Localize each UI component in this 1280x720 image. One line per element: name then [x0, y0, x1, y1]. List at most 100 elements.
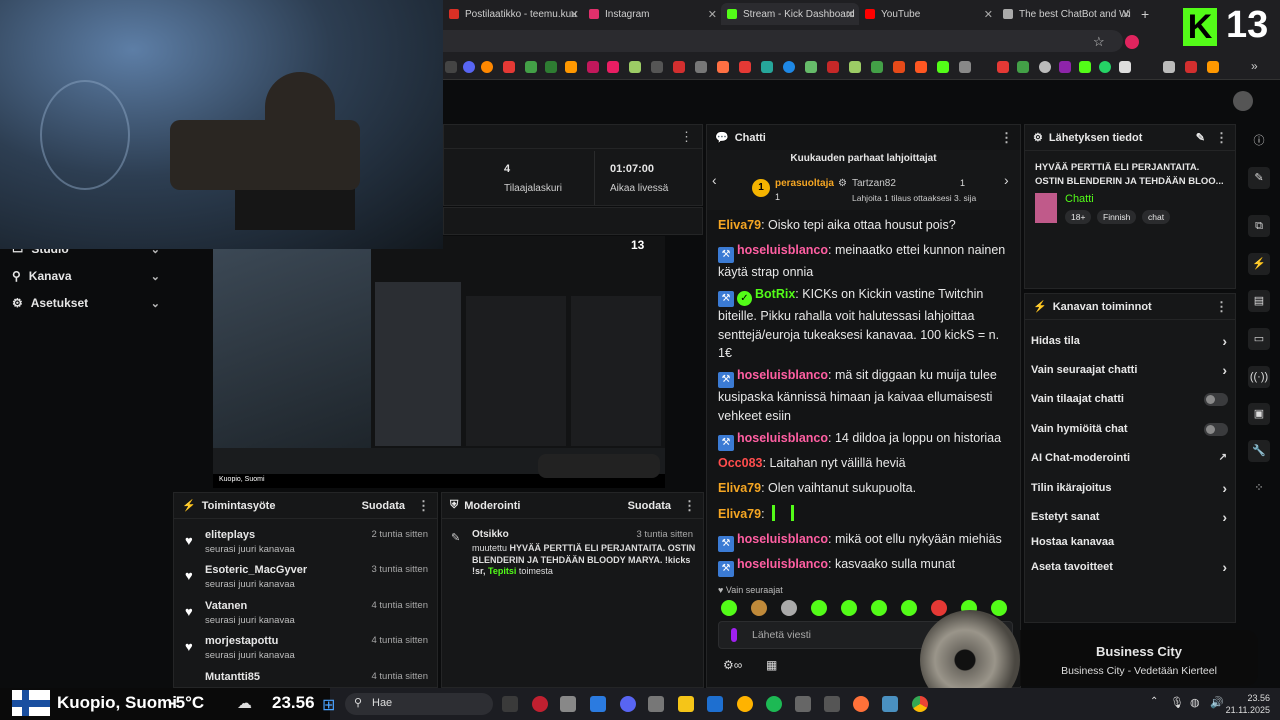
app-icon[interactable]: [882, 696, 898, 712]
crop-icon[interactable]: ⧉: [1248, 215, 1270, 237]
bookmark-icon[interactable]: [503, 61, 515, 73]
subscribers-only-toggle[interactable]: [1204, 393, 1228, 406]
more-options-icon[interactable]: ⋮: [680, 129, 693, 145]
app-icon[interactable]: [532, 696, 548, 712]
bookmark-icon[interactable]: [1059, 61, 1071, 73]
new-tab-button[interactable]: +: [1135, 3, 1155, 25]
chrome-icon[interactable]: [912, 696, 928, 712]
bookmark-icon[interactable]: [1017, 61, 1029, 73]
bookmark-icon[interactable]: [629, 61, 641, 73]
emote-icon[interactable]: [781, 600, 797, 616]
bookmark-icon[interactable]: [959, 61, 971, 73]
taskbar-time[interactable]: 23.56: [1236, 693, 1270, 703]
bookmark-icon[interactable]: [1207, 61, 1219, 73]
list-item[interactable]: ♥ Vatanen seurasi juuri kanavaa 4 tuntia si…: [183, 600, 428, 630]
tab-gmail[interactable]: Postilaatikko - teemu.kuu ✕: [443, 3, 583, 25]
app-icon[interactable]: [824, 696, 840, 712]
action-set-goals[interactable]: Aseta tavoitteet ›: [1031, 559, 1227, 575]
bookmark-icon[interactable]: [937, 61, 949, 73]
nav-asetukset[interactable]: ⚙ Asetukset ⌄: [12, 296, 160, 310]
close-icon[interactable]: ✕: [846, 8, 855, 21]
network-icon[interactable]: ◍: [1190, 696, 1200, 709]
nav-kanava[interactable]: ⚲ Kanava ⌄: [12, 269, 160, 283]
bookmark-icon[interactable]: [525, 61, 537, 73]
firefox-icon[interactable]: [853, 696, 869, 712]
action-host-channel[interactable]: Hostaa kanavaa: [1031, 536, 1227, 548]
chat-settings-icon[interactable]: ⚙∞: [723, 658, 742, 672]
pencil-icon[interactable]: ✎: [1248, 167, 1270, 189]
close-icon[interactable]: ✕: [1122, 8, 1131, 21]
tray-chevron-icon[interactable]: ⌃: [1150, 696, 1158, 707]
list-item[interactable]: ♥ eliteplays seurasi juuri kanavaa 2 tuntia…: [183, 529, 428, 559]
bookmark-icon[interactable]: [1119, 61, 1131, 73]
more-bookmarks-icon[interactable]: »: [1251, 59, 1258, 73]
avatar[interactable]: [1233, 91, 1253, 111]
close-icon[interactable]: ✕: [984, 8, 993, 21]
bookmark-icon[interactable]: [1099, 61, 1111, 73]
chevron-left-icon[interactable]: ‹: [712, 172, 717, 188]
gifter2-name[interactable]: Tartzan82: [852, 178, 896, 189]
bookmark-icon[interactable]: [1185, 61, 1197, 73]
gifter1-name[interactable]: perasuoltaja: [775, 178, 834, 189]
activity-filter-button[interactable]: Suodata: [362, 500, 405, 512]
bookmark-icon[interactable]: [805, 61, 817, 73]
bookmark-icon[interactable]: [545, 61, 557, 73]
app-icon[interactable]: [737, 696, 753, 712]
chat-bubble-icon[interactable]: ▭: [1248, 328, 1270, 350]
bookmark-icon[interactable]: [1039, 61, 1051, 73]
apps-icon[interactable]: ⁘: [1248, 477, 1270, 499]
app-icon[interactable]: [795, 696, 811, 712]
bookmark-icon[interactable]: [827, 61, 839, 73]
taskbar-search[interactable]: ⚲ Hae: [345, 693, 493, 715]
list-item[interactable]: Mutantti85 4 tuntia sitten: [183, 671, 428, 687]
bookmark-icon[interactable]: [445, 61, 457, 73]
bookmark-icon[interactable]: [481, 61, 493, 73]
bookmark-icon[interactable]: [651, 61, 663, 73]
stream-preview[interactable]: 13 Kuopio, Suomi: [213, 236, 665, 488]
wrench-icon[interactable]: 🔧: [1248, 440, 1270, 462]
bookmark-star-icon[interactable]: ☆: [1093, 34, 1105, 50]
taskbar-date[interactable]: 21.11.2025: [1224, 705, 1270, 715]
emote-icon[interactable]: [721, 600, 737, 616]
action-followers-only[interactable]: Vain seuraajat chatti ›: [1031, 362, 1227, 378]
emote-icon[interactable]: [841, 600, 857, 616]
file-explorer-icon[interactable]: [678, 696, 694, 712]
microphone-icon[interactable]: 🎙: [1170, 696, 1184, 709]
bolt-icon[interactable]: ⚡: [1248, 253, 1270, 275]
bookmark-icon[interactable]: [717, 61, 729, 73]
bookmark-icon[interactable]: [673, 61, 685, 73]
bookmark-icon[interactable]: [1079, 61, 1091, 73]
discord-icon[interactable]: [620, 696, 636, 712]
bookmark-icon[interactable]: [739, 61, 751, 73]
bookmark-icon[interactable]: [871, 61, 883, 73]
extension-icon[interactable]: [1125, 35, 1139, 49]
bookmark-icon[interactable]: [849, 61, 861, 73]
url-field[interactable]: [443, 30, 1123, 52]
bookmark-icon[interactable]: [695, 61, 707, 73]
list-item[interactable]: ♥ Esoteric_MacGyver seurasi juuri kanavaa 3…: [183, 564, 428, 594]
microphone-icon[interactable]: [731, 628, 737, 642]
emote-icon[interactable]: [931, 600, 947, 616]
emote-icon[interactable]: [901, 600, 917, 616]
app-icon[interactable]: [560, 696, 576, 712]
spotify-icon[interactable]: [766, 696, 782, 712]
action-age-restriction[interactable]: Tilin ikärajoitus ›: [1031, 480, 1227, 496]
more-options-icon[interactable]: ⋮: [417, 498, 430, 514]
info-icon[interactable]: ⓘ: [1248, 130, 1270, 152]
bookmark-icon[interactable]: [463, 61, 475, 73]
category-link[interactable]: Chatti: [1065, 193, 1094, 205]
emote-icon[interactable]: [811, 600, 827, 616]
volume-icon[interactable]: 🔊: [1210, 696, 1224, 709]
tab-chatbot[interactable]: The best ChatBot and Wi ✕: [997, 3, 1135, 25]
app-icon[interactable]: [590, 696, 606, 712]
bookmark-icon[interactable]: [761, 61, 773, 73]
tab-youtube[interactable]: YouTube ✕: [859, 3, 997, 25]
emote-icon[interactable]: [991, 600, 1007, 616]
outlook-icon[interactable]: [707, 696, 723, 712]
more-options-icon[interactable]: ⋮: [683, 498, 696, 514]
edit-icon[interactable]: ✎: [1196, 131, 1205, 144]
bookmark-icon[interactable]: [587, 61, 599, 73]
tab-instagram[interactable]: Instagram ✕: [583, 3, 721, 25]
close-icon[interactable]: ✕: [708, 8, 717, 21]
chevron-right-icon[interactable]: ›: [1004, 172, 1009, 188]
